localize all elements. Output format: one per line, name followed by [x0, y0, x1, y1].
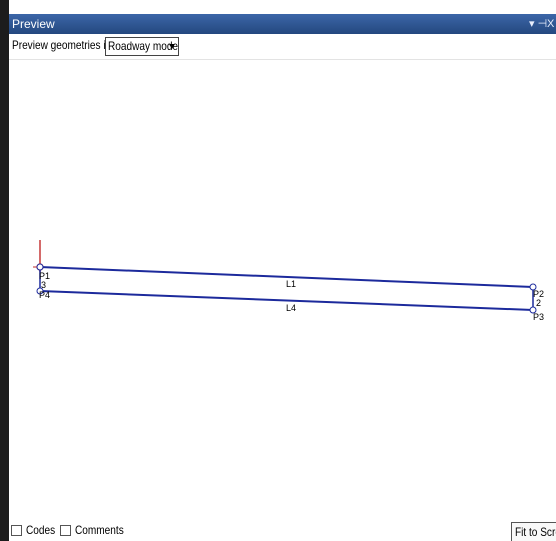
line-label-l1: L1 [286, 279, 296, 289]
pin-icon[interactable]: ▾ ⊣ [529, 14, 547, 34]
preview-mode-label: Preview geometries in [12, 38, 112, 52]
point-p1[interactable] [36, 263, 44, 271]
line-label-3: 3 [41, 280, 46, 290]
line-label-2: 2 [536, 298, 541, 308]
preview-window: Preview ▾ ⊣ X Preview geometries in Road… [0, 0, 556, 541]
point-label-p3: P3 [533, 312, 544, 322]
line-label-l4: L4 [286, 303, 296, 313]
codes-checkbox-label: Codes [26, 523, 56, 537]
preview-mode-select[interactable]: Roadway mode [105, 37, 179, 56]
toolbar: Preview geometries in Roadway mode [9, 34, 556, 60]
footer-bar: Codes Comments Fit to Screen [9, 520, 556, 541]
comments-checkbox-label: Comments [75, 523, 124, 537]
fit-to-screen-label: Fit to Screen [515, 525, 556, 539]
preview-mode-value: Roadway mode [108, 39, 179, 53]
comments-checkbox-box[interactable] [60, 525, 71, 536]
fit-to-screen-button[interactable]: Fit to Screen [511, 522, 556, 541]
close-icon[interactable]: X [547, 14, 554, 34]
window-title: Preview [12, 17, 55, 31]
geometry-drawing: P1 3 P4 L1 L4 P2 2 P3 [33, 240, 544, 322]
codes-checkbox-box[interactable] [11, 525, 22, 536]
chevron-down-icon [169, 44, 175, 49]
point-label-p4: P4 [39, 290, 50, 300]
preview-canvas[interactable]: P1 3 P4 L1 L4 P2 2 P3 [9, 60, 556, 512]
title-bar: Preview ▾ ⊣ X [9, 14, 556, 34]
window-frame [0, 0, 9, 541]
